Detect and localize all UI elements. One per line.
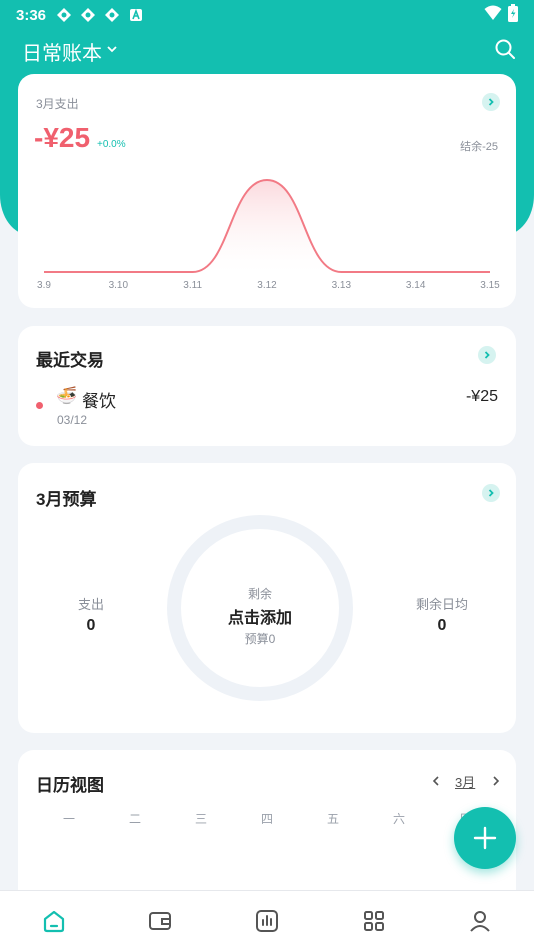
expense-label: 支出 xyxy=(77,597,104,612)
wallet-icon xyxy=(149,912,171,930)
notification-icon xyxy=(80,7,96,23)
grid-icon xyxy=(364,911,384,931)
tab-statistics[interactable] xyxy=(253,907,281,935)
weekday-label: 四 xyxy=(260,812,273,826)
tab-apps[interactable] xyxy=(360,907,388,935)
recent-title: 最近交易 xyxy=(36,351,104,370)
home-icon xyxy=(43,910,65,933)
transaction-date: 03/12 xyxy=(57,413,88,427)
budget-ring[interactable]: 剩余 点击添加 预算0 xyxy=(167,515,353,701)
budget-card: 3月预算 支出 0 剩余 点击添加 预算0 剩余日均 0 xyxy=(18,463,516,733)
transaction-category: 餐饮 xyxy=(82,392,116,411)
weekday-label: 五 xyxy=(326,812,339,826)
spending-chart: 3.9 3.10 3.11 3.12 3.13 3.14 3.15 xyxy=(37,178,500,291)
transaction-item[interactable]: 🍜 餐饮 03/12 -¥25 xyxy=(18,382,516,432)
expense-value: 0 xyxy=(86,617,96,634)
bottom-tab-bar xyxy=(0,890,534,950)
weekday-header: 一 二 三 四 五 六 日 xyxy=(36,810,498,827)
recent-more-arrow-icon[interactable] xyxy=(478,346,496,364)
add-record-button[interactable] xyxy=(454,807,516,869)
daily-average-value: 0 xyxy=(437,617,447,634)
battery-icon xyxy=(508,4,518,26)
x-tick-label: 3.11 xyxy=(183,280,202,291)
budget-amount-label: 预算0 xyxy=(244,632,276,646)
x-tick-label: 3.12 xyxy=(257,280,277,291)
tab-wallet[interactable] xyxy=(146,907,174,935)
weekday-label: 一 xyxy=(62,812,75,826)
x-tick-label: 3.9 xyxy=(37,280,51,291)
app-notification-icon xyxy=(128,7,144,23)
expense-dot xyxy=(36,402,43,409)
spending-change: +0.0% xyxy=(97,139,126,150)
chevron-down-icon[interactable] xyxy=(106,42,118,60)
month-selector[interactable]: 3月 xyxy=(455,772,475,791)
prev-month-icon[interactable] xyxy=(430,774,442,792)
notification-icon xyxy=(104,7,120,23)
budget-detail-arrow-icon[interactable] xyxy=(482,484,500,502)
weekday-label: 三 xyxy=(194,812,207,826)
next-month-icon[interactable] xyxy=(490,774,502,792)
bar-chart-icon xyxy=(256,910,278,932)
calendar-title: 日历视图 xyxy=(36,776,104,795)
monthly-spending-card[interactable]: 3月支出 -¥25 +0.0% 结余-25 3.9 3.10 3.11 3.12 3.1… xyxy=(18,74,516,308)
x-tick-label: 3.15 xyxy=(480,280,500,291)
x-tick-label: 3.10 xyxy=(109,280,129,291)
status-time: 3:36 xyxy=(16,6,47,24)
app-header: 日常账本 xyxy=(22,36,516,66)
user-icon xyxy=(470,911,490,932)
spending-label: 3月支出 xyxy=(36,97,79,111)
notification-icon xyxy=(56,7,72,23)
calendar-card: 日历视图 3月 一 二 三 四 五 六 日 xyxy=(18,750,516,910)
transaction-amount: -¥25 xyxy=(465,388,498,405)
wifi-icon xyxy=(484,5,502,25)
recent-transactions-card: 最近交易 🍜 餐饮 03/12 -¥25 xyxy=(18,326,516,446)
spending-amount: -¥25 xyxy=(34,122,91,153)
ledger-selector[interactable]: 日常账本 xyxy=(22,37,102,66)
category-emoji-icon: 🍜 xyxy=(56,386,78,405)
plus-icon xyxy=(473,826,497,850)
weekday-label: 二 xyxy=(128,812,141,826)
tab-home[interactable] xyxy=(40,907,68,935)
search-icon[interactable] xyxy=(494,38,516,65)
x-tick-label: 3.14 xyxy=(406,280,426,291)
add-budget-button[interactable]: 点击添加 xyxy=(181,604,339,628)
budget-title: 3月预算 xyxy=(36,490,97,509)
daily-average-label: 剩余日均 xyxy=(415,597,468,612)
tab-profile[interactable] xyxy=(466,907,494,935)
balance-text: 结余-25 xyxy=(460,141,498,153)
x-tick-label: 3.13 xyxy=(332,280,352,291)
remaining-label: 剩余 xyxy=(247,587,272,601)
status-bar: 3:36 xyxy=(0,0,534,30)
weekday-label: 六 xyxy=(392,812,405,826)
chart-area-fill xyxy=(44,180,490,272)
spending-detail-arrow-icon[interactable] xyxy=(482,93,500,111)
